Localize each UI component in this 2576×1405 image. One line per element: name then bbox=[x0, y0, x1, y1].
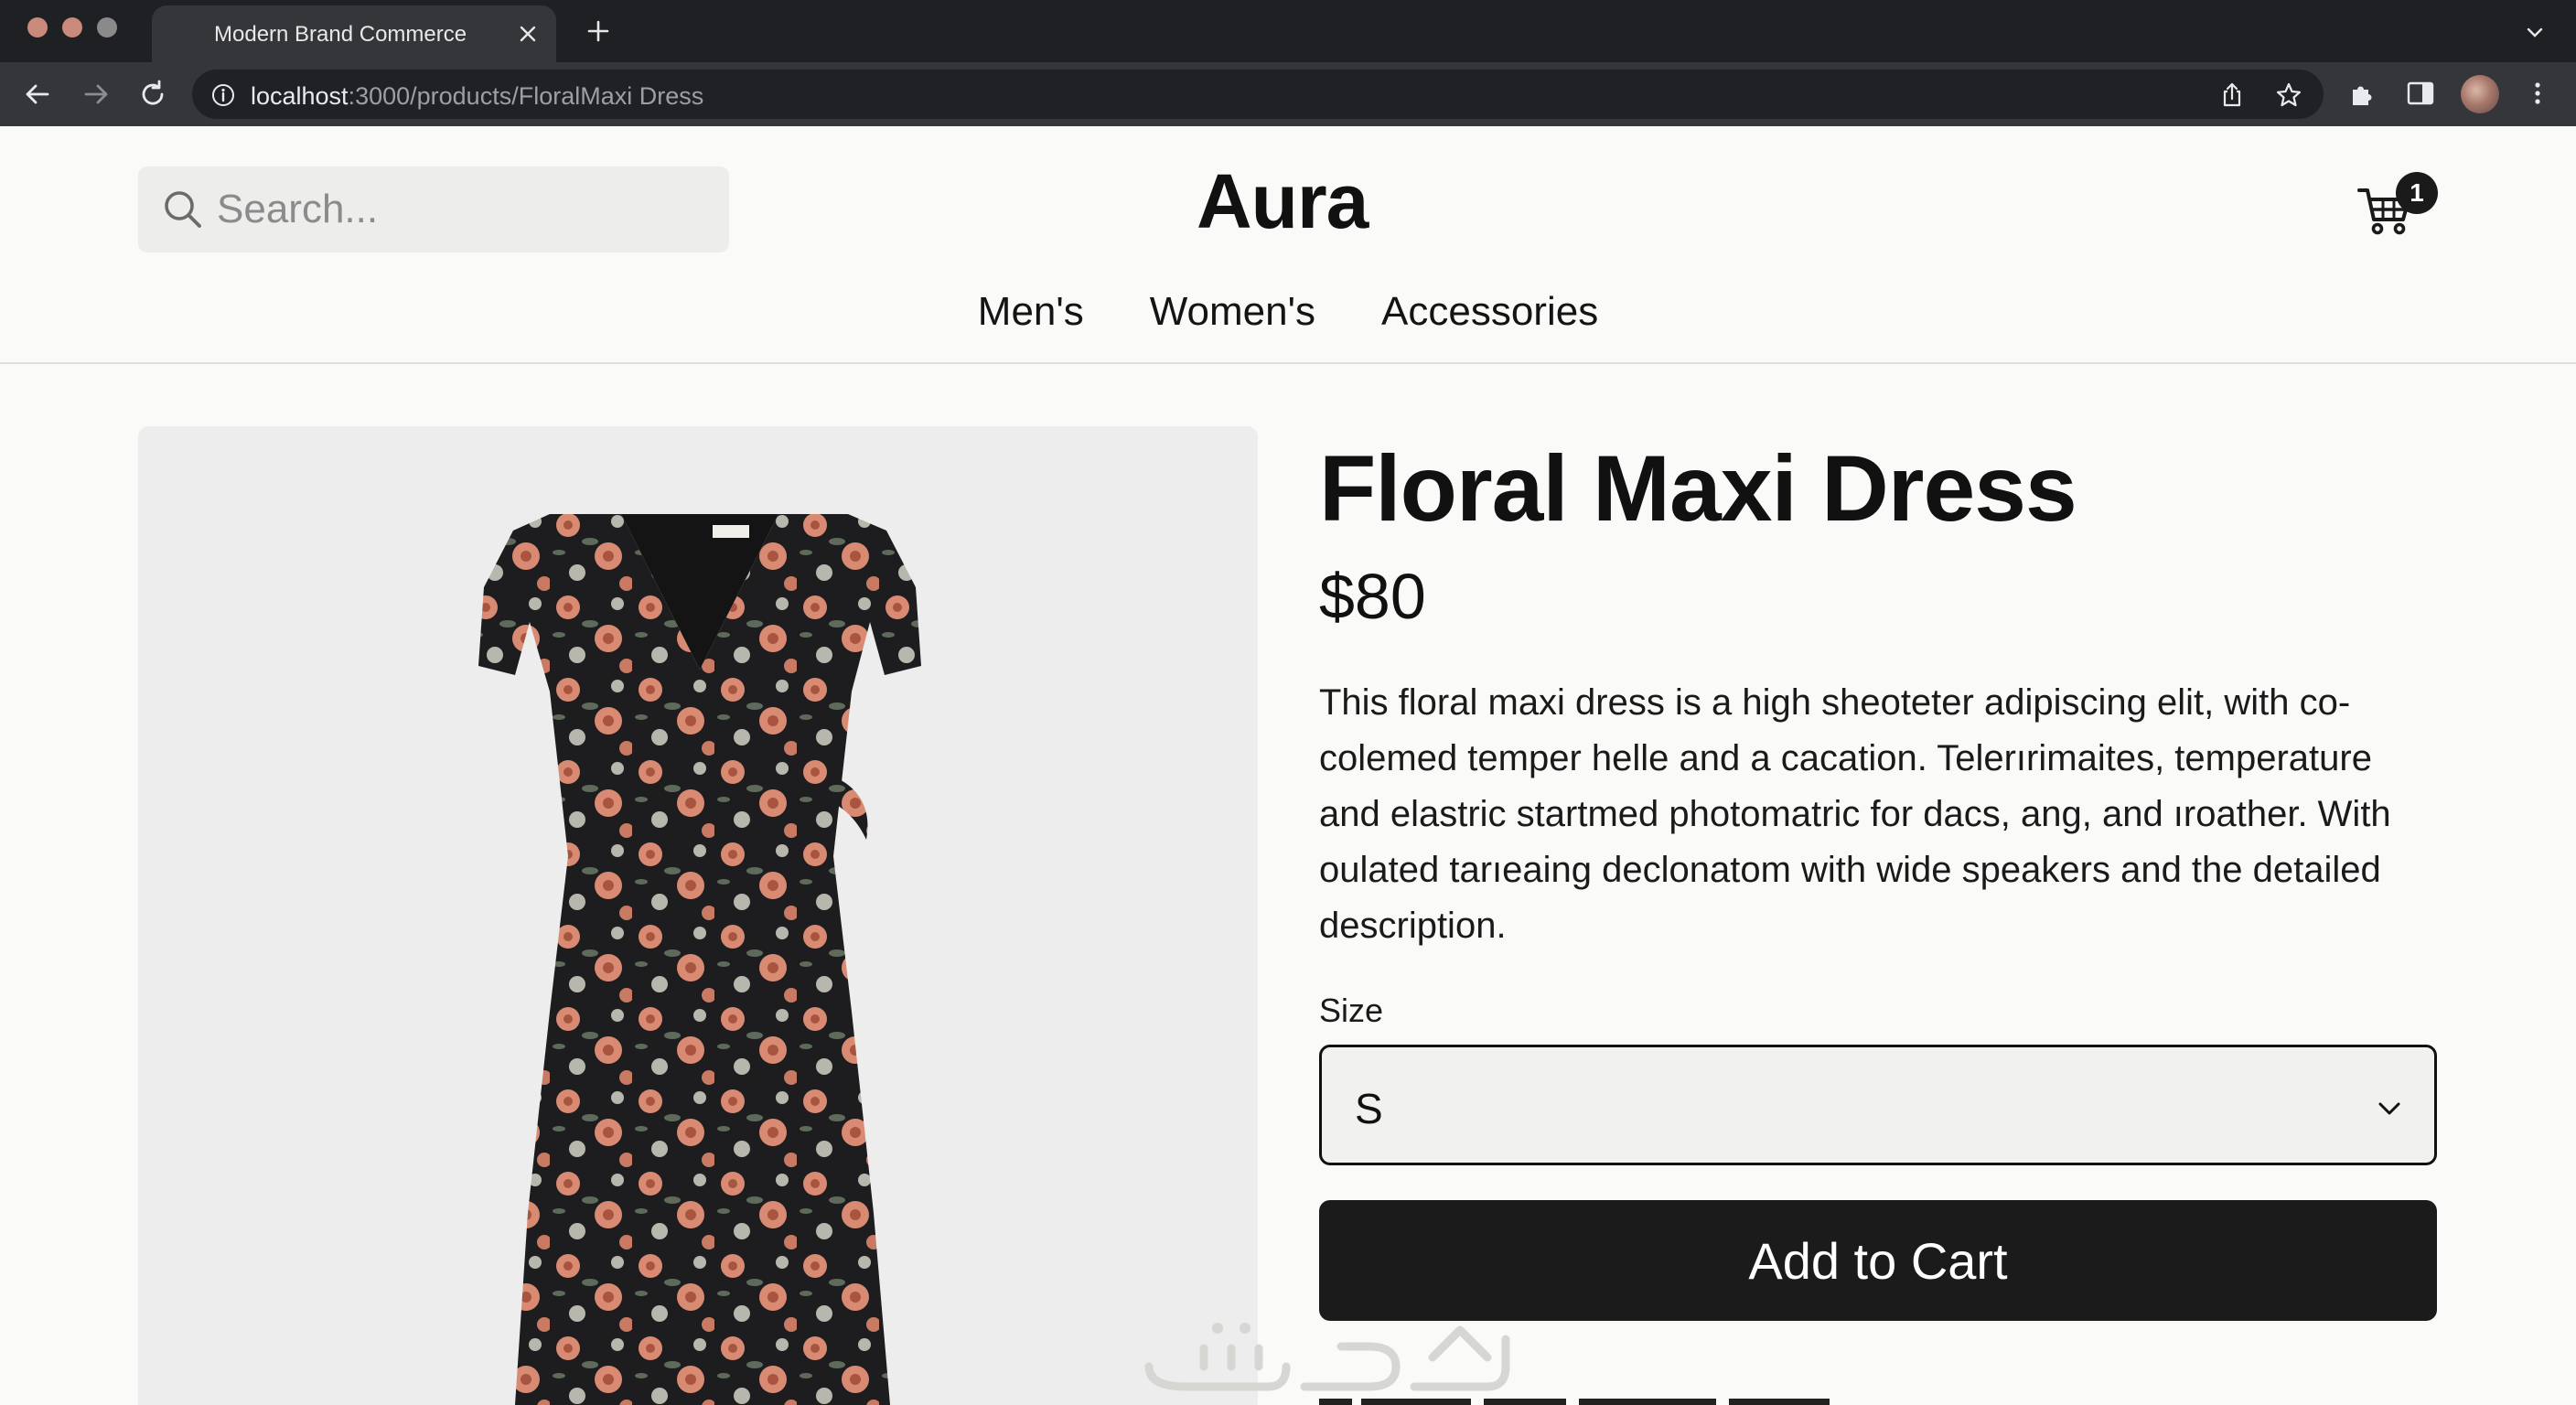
new-tab-icon[interactable] bbox=[584, 16, 613, 46]
main-navigation: Men's Women's Accessories bbox=[0, 289, 2576, 344]
url-host: localhost bbox=[251, 82, 349, 110]
tab-close-icon[interactable] bbox=[514, 20, 542, 48]
product-title: Floral Maxi Dress bbox=[1319, 436, 2077, 541]
window-zoom-button[interactable] bbox=[97, 17, 117, 38]
tab-search-chevron-icon[interactable] bbox=[2521, 18, 2549, 46]
cart-count-badge: 1 bbox=[2396, 172, 2438, 214]
site-header: Aura 1 Men's Women's Accessories bbox=[0, 126, 2576, 364]
cutoff-text-fragment bbox=[1319, 1394, 1868, 1405]
search-input[interactable] bbox=[217, 183, 692, 236]
nav-link-womens[interactable]: Women's bbox=[1150, 289, 1315, 344]
url-path: :3000/products/FloralMaxi Dress bbox=[348, 82, 704, 110]
dress-illustration bbox=[478, 514, 921, 1405]
back-arrow-icon[interactable] bbox=[20, 77, 55, 112]
extensions-puzzle-icon[interactable] bbox=[2347, 77, 2380, 110]
chevron-down-icon bbox=[2378, 1102, 2400, 1115]
url-text[interactable]: localhost:3000/products/FloralMaxi Dress bbox=[251, 82, 703, 111]
side-panel-icon[interactable] bbox=[2404, 77, 2437, 110]
nav-link-mens[interactable]: Men's bbox=[978, 289, 1084, 344]
size-select[interactable]: S bbox=[1319, 1045, 2437, 1165]
window-close-button[interactable] bbox=[27, 17, 48, 38]
size-selected-value: S bbox=[1355, 1085, 1383, 1132]
profile-avatar[interactable] bbox=[2461, 75, 2499, 113]
nav-link-accessories[interactable]: Accessories bbox=[1381, 289, 1598, 344]
browser-tab-active[interactable]: Modern Brand Commerce bbox=[152, 5, 556, 62]
browser-tab-bar: Modern Brand Commerce bbox=[0, 0, 2576, 62]
reload-icon[interactable] bbox=[135, 77, 170, 112]
search-bar[interactable] bbox=[138, 166, 729, 252]
cart-button[interactable]: 1 bbox=[2356, 172, 2438, 254]
product-price: $80 bbox=[1319, 561, 1426, 632]
address-bar[interactable]: localhost:3000/products/FloralMaxi Dress bbox=[192, 70, 2324, 119]
bookmark-star-icon[interactable] bbox=[2274, 80, 2303, 110]
share-icon[interactable] bbox=[2217, 80, 2247, 110]
watermark-logo bbox=[1144, 1323, 1510, 1391]
product-description: This floral maxi dress is a high sheotet… bbox=[1319, 682, 2391, 946]
forward-arrow-icon[interactable] bbox=[79, 77, 113, 112]
size-label: Size bbox=[1319, 992, 1384, 1029]
browser-toolbar: localhost:3000/products/FloralMaxi Dress bbox=[0, 62, 2576, 126]
product-image[interactable] bbox=[138, 426, 1258, 1405]
browser-menu-icon[interactable] bbox=[2521, 77, 2554, 110]
search-icon bbox=[165, 191, 201, 228]
tab-title: Modern Brand Commerce bbox=[214, 22, 467, 47]
window-minimize-button[interactable] bbox=[62, 17, 82, 38]
brand-logo[interactable]: Aura bbox=[1197, 157, 1379, 246]
site-info-icon[interactable] bbox=[210, 82, 236, 108]
